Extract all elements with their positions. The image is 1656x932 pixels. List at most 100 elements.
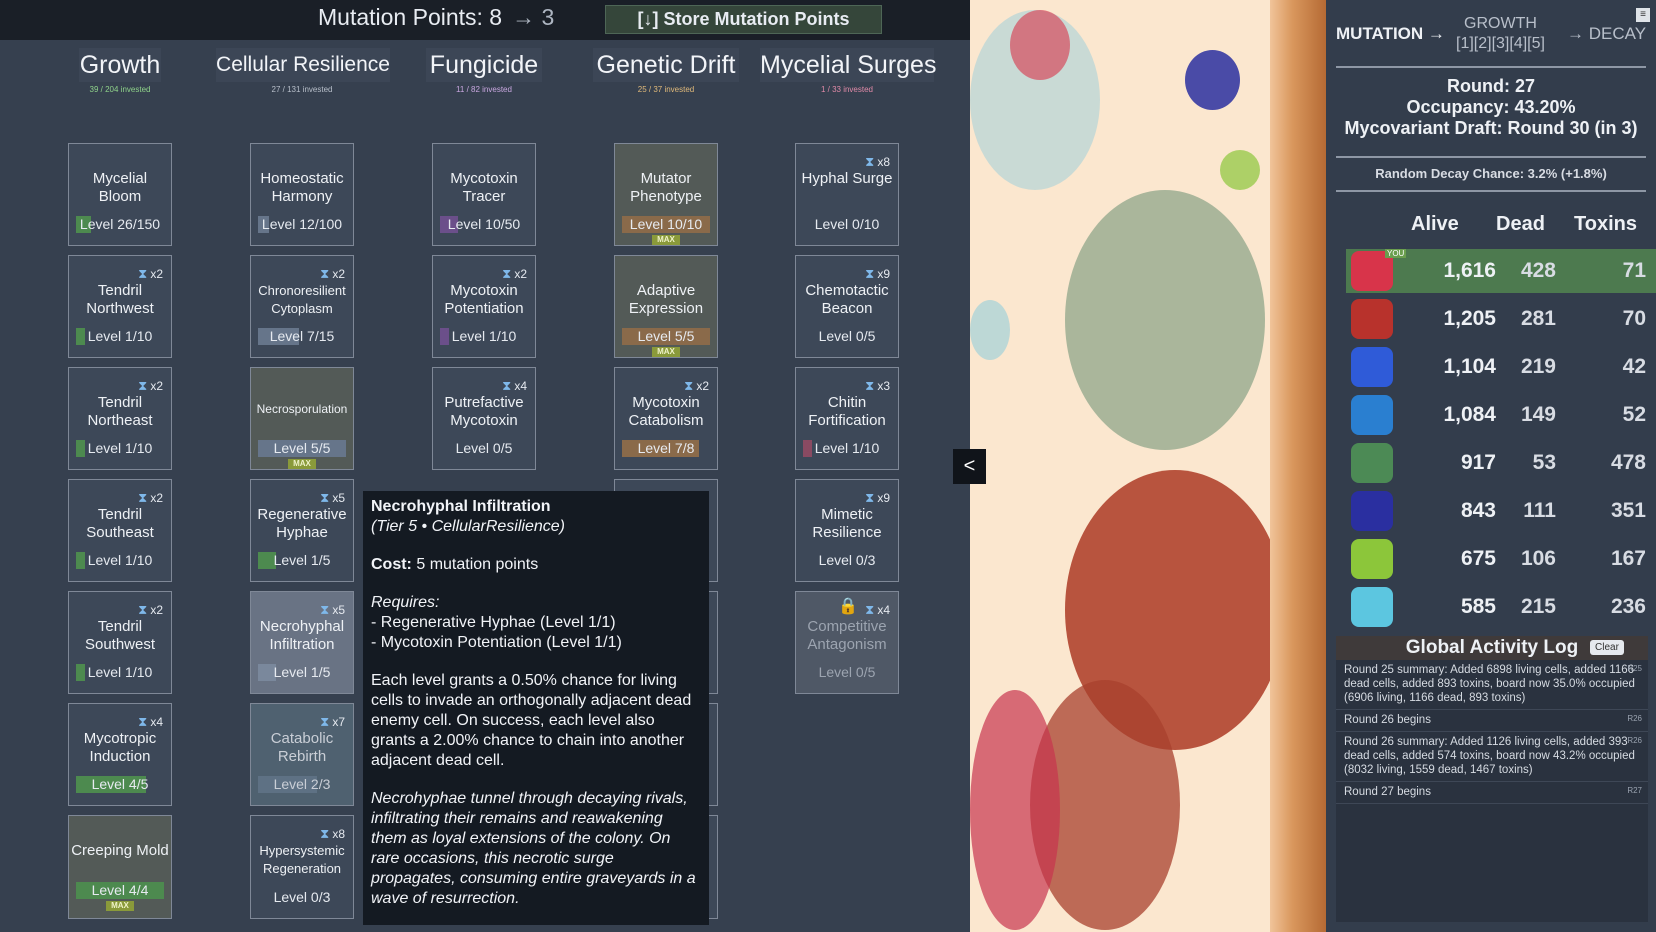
cost-tag: ⧗ x4 [865, 602, 890, 617]
divider [1336, 66, 1646, 68]
dead-count: 149 [1520, 403, 1556, 426]
alive-count: 1,084 [1443, 403, 1496, 426]
mutation-card-homeostatic-harmony[interactable]: Homeostatic Harmony Level 12/100 [250, 143, 354, 246]
player-row[interactable]: 1,205 281 70 [1346, 297, 1656, 341]
mutation-card-mutator-phenotype[interactable]: Mutator Phenotype Level 10/10 MAX [614, 143, 718, 246]
mutation-card-chemotactic-beacon[interactable]: ⧗ x9 Chemotactic Beacon Level 0/5 [795, 255, 899, 358]
store-mutation-points-button[interactable]: [↓] Store Mutation Points [605, 5, 882, 34]
card-level: Level 7/8 [622, 440, 710, 457]
mutation-tree-panel: Mutation Points: 8 → 3 [↓] Store Mutation… [0, 0, 970, 932]
surges-invested: 1 / 33 invested [820, 85, 874, 94]
mutation-card-tendril-southwest[interactable]: ⧗ x2 Tendril Southwest Level 1/10 [68, 591, 172, 694]
log-entry: R27 Round 27 begins [1336, 782, 1648, 804]
card-name: Mycotoxin Potentiation [444, 282, 524, 317]
cost-tag: ⧗ x4 [138, 714, 163, 729]
mutation-card-hypersystemic-regeneration[interactable]: ⧗ x8 Hypersystemic Regeneration Level 0/3 [250, 815, 354, 919]
cost-tag: ⧗ x8 [320, 826, 345, 841]
toxin-count: 478 [1610, 451, 1646, 474]
mutation-card-adaptive-expression[interactable]: Adaptive Expression Level 5/5 MAX [614, 255, 718, 358]
dead-count: 106 [1520, 547, 1556, 570]
activity-log[interactable]: R25 Round 25 summary: Added 6898 living c… [1336, 660, 1648, 922]
game-board[interactable] [970, 0, 1326, 932]
mutation-card-regenerative-hyphae[interactable]: ⧗ x5 Regenerative Hyphae Level 1/5 [250, 479, 354, 582]
column-header-cellular-resilience: Cellular Resilience [216, 48, 390, 82]
dna-icon: ⧗ [320, 602, 330, 617]
card-level: Level 4/5 [76, 776, 164, 793]
cost-tag: ⧗ x2 [320, 266, 345, 281]
toxin-count: 71 [1622, 259, 1646, 282]
dna-icon: ⧗ [138, 266, 148, 281]
card-name: Mimetic Resilience [812, 506, 882, 541]
card-level: Level 10/10 [622, 216, 710, 233]
mutation-topbar: Mutation Points: 8 → 3 [↓] Store Mutation… [0, 0, 970, 40]
mutation-card-hyphal-surge[interactable]: ⧗ x8 Hyphal Surge Level 0/10 [795, 143, 899, 246]
card-name: Hyphal Surge [801, 170, 893, 187]
mutation-card-catabolic-rebirth[interactable]: ⧗ x7 Catabolic Rebirth Level 2/3 [250, 703, 354, 806]
lock-icon: 🔒 [838, 598, 858, 615]
drift-invested: 25 / 37 invested [637, 85, 695, 94]
collapse-panel-button[interactable]: < [953, 449, 986, 484]
dead-count: 219 [1520, 355, 1556, 378]
card-level: Level 0/10 [814, 216, 880, 232]
mutation-card-mycelial-bloom[interactable]: Mycelial Bloom Level 26/150 [68, 143, 172, 246]
fungicide-invested: 11 / 82 invested [456, 85, 512, 94]
mutation-card-necrohyphal-infiltration[interactable]: ⧗ x5 Necrohyphal Infiltration Level 1/5 [250, 591, 354, 694]
column-header-genetic-drift: Genetic Drift [593, 48, 739, 82]
player-colony-icon [1351, 443, 1393, 483]
card-level: Level 1/5 [258, 552, 346, 569]
card-name: Chronoresilient Cytoplasm [258, 283, 346, 316]
column-header-growth: Growth [79, 48, 161, 82]
dead-count: 215 [1520, 595, 1556, 618]
card-level: Level 1/10 [440, 328, 528, 345]
dna-icon: ⧗ [138, 490, 148, 505]
tooltip-flavor: Necrohyphae tunnel through decaying riva… [371, 790, 696, 907]
max-badge: MAX [288, 459, 316, 469]
mutation-card-tendril-northwest[interactable]: ⧗ x2 Tendril Northwest Level 1/10 [68, 255, 172, 358]
player-colony-icon [1351, 491, 1393, 531]
colony-sage [1065, 190, 1265, 450]
mutation-card-mycotropic-induction[interactable]: ⧗ x4 Mycotropic Induction Level 4/5 [68, 703, 172, 806]
header-toxins: Toxins [1574, 213, 1637, 235]
card-name: Tendril Southwest [84, 618, 156, 653]
card-name: Adaptive Expression [628, 282, 704, 317]
dead-count: 281 [1520, 307, 1556, 330]
phase-decay: → DECAY [1567, 24, 1647, 43]
mutation-card-putrefactive-mycotoxin[interactable]: ⧗ x4 Putrefactive Mycotoxin Level 0/5 [432, 367, 536, 470]
player-row[interactable]: 917 53 478 [1346, 441, 1656, 485]
mutation-card-competitive-antagonism[interactable]: 🔒 ⧗ x4 Competitive Antagonism Level 0/5 [795, 591, 899, 694]
menu-icon[interactable]: ≡ [1636, 8, 1650, 22]
player-row[interactable]: 843 111 351 [1346, 489, 1656, 533]
colony-crimson [970, 690, 1060, 930]
mutation-card-mycotoxin-catabolism[interactable]: ⧗ x2 Mycotoxin Catabolism Level 7/8 [614, 367, 718, 470]
mutation-card-creeping-mold[interactable]: Creeping Mold Level 4/4 MAX [68, 815, 172, 919]
mutation-card-tendril-southeast[interactable]: ⧗ x2 Tendril Southeast Level 1/10 [68, 479, 172, 582]
card-name: Tendril Northwest [86, 282, 154, 317]
tooltip-cost: Cost: 5 mutation points [371, 556, 539, 573]
mutation-card-mycotoxin-tracer[interactable]: Mycotoxin Tracer Level 10/50 [432, 143, 536, 246]
phase-growth: GROWTH [1][2][3][4][5] [1456, 15, 1545, 52]
card-level: Level 10/50 [440, 216, 528, 233]
player-row[interactable]: 1,104 219 42 [1346, 345, 1656, 389]
mutation-card-mimetic-resilience[interactable]: ⧗ x9 Mimetic Resilience Level 0/3 [795, 479, 899, 582]
player-row[interactable]: YOU 1,616 428 71 [1346, 249, 1656, 293]
clear-log-button[interactable]: Clear [1590, 640, 1624, 655]
card-name: Mycotropic Induction [83, 730, 157, 765]
cost-tag: ⧗ x7 [320, 714, 345, 729]
dead-count: 428 [1520, 259, 1556, 282]
player-row[interactable]: 1,084 149 52 [1346, 393, 1656, 437]
mutation-card-chronoresilient-cytoplasm[interactable]: ⧗ x2 Chronoresilient Cytoplasm Level 7/15 [250, 255, 354, 358]
mutation-points-label: Mutation Points: 8 → 3 [318, 4, 555, 30]
toxin-count: 351 [1610, 499, 1646, 522]
card-name: Mycotoxin Catabolism [628, 394, 704, 429]
player-row[interactable]: 675 106 167 [1346, 537, 1656, 581]
mutation-card-necrosporulation[interactable]: Necrosporulation Level 5/5 MAX [250, 367, 354, 470]
player-row[interactable]: 585 215 236 [1346, 585, 1656, 629]
mutation-card-tendril-northeast[interactable]: ⧗ x2 Tendril Northeast Level 1/10 [68, 367, 172, 470]
player-colony-icon [1351, 347, 1393, 387]
card-level: Level 5/5 [258, 440, 346, 457]
colony-lime [1220, 150, 1260, 190]
mutation-card-mycotoxin-potentiation[interactable]: ⧗ x2 Mycotoxin Potentiation Level 1/10 [432, 255, 536, 358]
card-name: Competitive Antagonism [807, 618, 887, 653]
mutation-points-after: → 3 [512, 4, 555, 30]
mutation-card-chitin-fortification[interactable]: ⧗ x3 Chitin Fortification Level 1/10 [795, 367, 899, 470]
